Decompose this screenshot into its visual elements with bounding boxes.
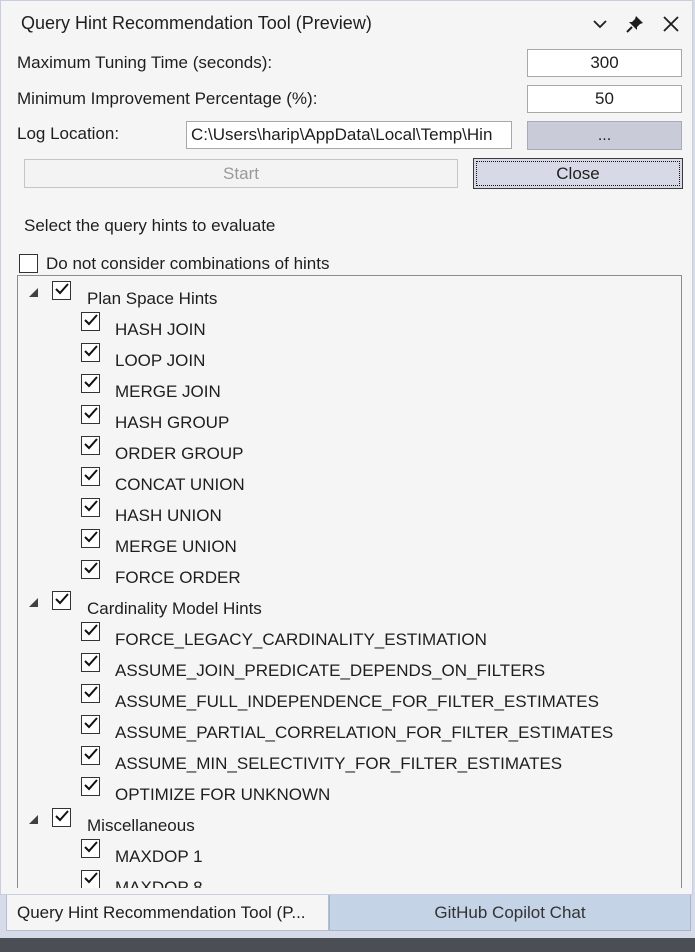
instructions-text: Select the query hints to evaluate <box>24 216 276 235</box>
hint-checkbox[interactable] <box>81 653 100 672</box>
expanded-triangle-icon[interactable] <box>29 598 38 607</box>
log-location-field[interactable]: C:\Users\harip\AppData\Local\Temp\Hin <box>186 121 512 149</box>
hint-checkbox[interactable] <box>81 715 100 734</box>
hint-item-label[interactable]: MAXDOP 8 <box>115 878 203 888</box>
close-icon[interactable] <box>658 11 684 37</box>
checkmark-icon <box>83 778 98 796</box>
tab-strip: Query Hint Recommendation Tool (P... Git… <box>0 895 695 935</box>
checkmark-icon <box>83 499 98 517</box>
browse-button[interactable]: ... <box>527 121 682 150</box>
log-location-label: Log Location: <box>17 124 120 143</box>
checkmark-icon <box>83 654 98 672</box>
hint-checkbox[interactable] <box>81 560 100 579</box>
hint-item-label[interactable]: ASSUME_JOIN_PREDICATE_DEPENDS_ON_FILTERS <box>115 661 545 681</box>
hint-checkbox[interactable] <box>81 467 100 486</box>
hint-item-label[interactable]: ASSUME_MIN_SELECTIVITY_FOR_FILTER_ESTIMA… <box>115 754 562 774</box>
hint-item-label[interactable]: ORDER GROUP <box>115 444 243 464</box>
status-bar <box>0 938 695 952</box>
hint-item-label[interactable]: ASSUME_PARTIAL_CORRELATION_FOR_FILTER_ES… <box>115 723 613 743</box>
checkmark-icon <box>83 747 98 765</box>
hint-group-label[interactable]: Cardinality Model Hints <box>87 599 262 619</box>
min-improvement-label: Minimum Improvement Percentage (%): <box>17 89 318 108</box>
group-checkbox[interactable] <box>52 808 71 827</box>
checkmark-icon <box>83 468 98 486</box>
window-title: Query Hint Recommendation Tool (Preview) <box>21 13 372 33</box>
hint-item-label[interactable]: HASH JOIN <box>115 320 206 340</box>
hint-item-label[interactable]: FORCE ORDER <box>115 568 241 588</box>
no-combinations-label: Do not consider combinations of hints <box>46 254 330 273</box>
group-checkbox[interactable] <box>52 281 71 300</box>
hint-checkbox[interactable] <box>81 498 100 517</box>
no-combinations-checkbox[interactable] <box>19 254 38 273</box>
group-checkbox[interactable] <box>52 591 71 610</box>
checkmark-icon <box>54 282 69 300</box>
checkmark-icon <box>83 530 98 548</box>
hint-checkbox[interactable] <box>81 405 100 424</box>
close-button[interactable]: Close <box>473 158 683 189</box>
hint-item-label[interactable]: OPTIMIZE FOR UNKNOWN <box>115 785 330 805</box>
hint-checkbox[interactable] <box>81 684 100 703</box>
hint-checkbox[interactable] <box>81 374 100 393</box>
hint-item-label[interactable]: CONCAT UNION <box>115 475 245 495</box>
hint-group-label[interactable]: Miscellaneous <box>87 816 195 836</box>
expanded-triangle-icon[interactable] <box>29 288 38 297</box>
checkmark-icon <box>83 716 98 734</box>
hint-item-label[interactable]: MERGE JOIN <box>115 382 221 402</box>
max-tuning-time-field[interactable]: 300 <box>527 49 682 77</box>
close-button-label: Close <box>476 161 680 186</box>
title-bar: Query Hint Recommendation Tool (Preview) <box>1 1 692 45</box>
hint-item-label[interactable]: MAXDOP 1 <box>115 847 203 867</box>
checkmark-icon <box>83 685 98 703</box>
hint-checkbox[interactable] <box>81 622 100 641</box>
hint-item-label[interactable]: ASSUME_FULL_INDEPENDENCE_FOR_FILTER_ESTI… <box>115 692 599 712</box>
tab-github-copilot-chat[interactable]: GitHub Copilot Chat <box>329 895 691 931</box>
hint-checkbox[interactable] <box>81 529 100 548</box>
checkmark-icon <box>83 561 98 579</box>
max-tuning-time-label: Maximum Tuning Time (seconds): <box>17 53 273 72</box>
start-button[interactable]: Start <box>24 159 458 188</box>
checkmark-icon <box>54 592 69 610</box>
checkmark-icon <box>83 406 98 424</box>
checkmark-icon <box>54 809 69 827</box>
hint-item-label[interactable]: HASH GROUP <box>115 413 229 433</box>
chevron-down-icon[interactable] <box>587 11 613 37</box>
hint-checkbox[interactable] <box>81 777 100 796</box>
hint-group-label[interactable]: Plan Space Hints <box>87 289 217 309</box>
checkmark-icon <box>83 375 98 393</box>
checkmark-icon <box>83 623 98 641</box>
hint-item-label[interactable]: HASH UNION <box>115 506 222 526</box>
hint-item-label[interactable]: MERGE UNION <box>115 537 237 557</box>
checkmark-icon <box>83 344 98 362</box>
hint-checkbox[interactable] <box>81 343 100 362</box>
hint-checkbox[interactable] <box>81 746 100 765</box>
checkmark-icon <box>83 871 98 889</box>
hint-checkbox[interactable] <box>81 312 100 331</box>
checkmark-icon <box>83 840 98 858</box>
expanded-triangle-icon[interactable] <box>29 815 38 824</box>
hint-item-label[interactable]: LOOP JOIN <box>115 351 205 371</box>
tab-query-hint-tool[interactable]: Query Hint Recommendation Tool (P... <box>6 895 329 931</box>
pin-icon[interactable] <box>622 11 648 37</box>
hint-item-label[interactable]: FORCE_LEGACY_CARDINALITY_ESTIMATION <box>115 630 487 650</box>
hint-checkbox[interactable] <box>81 436 100 455</box>
hint-checkbox[interactable] <box>81 839 100 858</box>
checkmark-icon <box>83 437 98 455</box>
min-improvement-field[interactable]: 50 <box>527 85 682 113</box>
hint-tree: Plan Space Hints HASH JOIN LOOP JOIN MERGE … <box>17 275 682 888</box>
tool-window: Query Hint Recommendation Tool (Preview)… <box>0 0 693 895</box>
checkmark-icon <box>83 313 98 331</box>
hint-checkbox[interactable] <box>81 870 100 888</box>
